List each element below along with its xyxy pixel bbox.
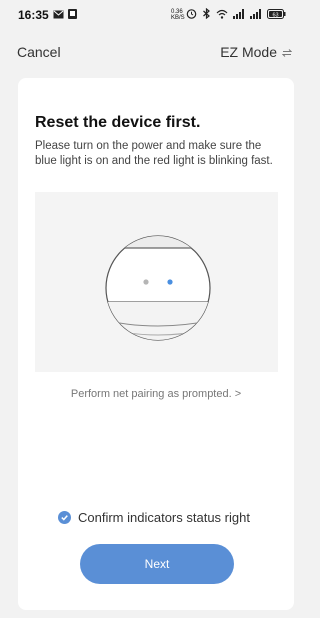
signal-icon-1: [233, 8, 245, 22]
ez-mode-label: EZ Mode: [220, 44, 277, 60]
battery-icon: 63: [267, 8, 286, 22]
status-right: 0.36 KB/S 63: [171, 7, 286, 22]
battery-level: 63: [272, 12, 278, 18]
wifi-icon: [216, 9, 228, 22]
page-title: Reset the device first.: [35, 114, 201, 131]
blue-indicator-light: [167, 279, 173, 285]
device-illustration: [35, 192, 278, 372]
grey-indicator-light: [143, 279, 149, 285]
status-bar: 16:35 0.36 KB/S 63: [0, 0, 300, 30]
notification-icon: [67, 8, 77, 22]
message-icon: [53, 8, 64, 22]
cancel-button[interactable]: Cancel: [17, 44, 61, 60]
device-drawing: [105, 235, 211, 341]
confirm-indicators-checkbox[interactable]: Confirm indicators status right: [58, 510, 250, 525]
ez-mode-switch[interactable]: EZ Mode: [220, 44, 293, 60]
bluetooth-icon: [202, 7, 211, 22]
switch-arrows-icon: [281, 44, 293, 60]
network-speed-unit: KB/S: [171, 15, 185, 21]
nav-bar: Cancel EZ Mode: [0, 40, 300, 64]
reset-card: Reset the device first. Please turn on t…: [18, 78, 294, 610]
alarm-icon: [186, 8, 197, 22]
net-pairing-link[interactable]: Perform net pairing as prompted. >: [18, 388, 294, 400]
network-speed: 0.36 KB/S: [171, 9, 185, 21]
status-time: 16:35: [18, 8, 49, 22]
confirm-label: Confirm indicators status right: [78, 510, 250, 525]
next-button[interactable]: Next: [80, 544, 234, 584]
signal-icon-2: [250, 8, 262, 22]
status-left: 16:35: [18, 8, 77, 22]
checkbox-checked-icon: [58, 511, 71, 524]
instruction-text: Please turn on the power and make sure t…: [35, 140, 273, 167]
